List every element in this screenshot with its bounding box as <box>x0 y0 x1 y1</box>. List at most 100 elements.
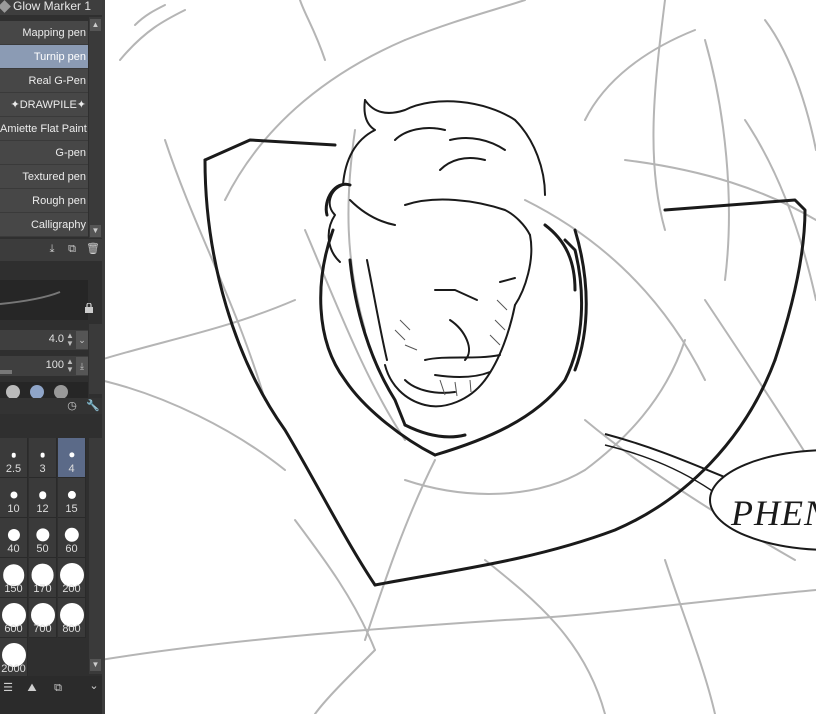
brush-item-label: ✦DRAWPILE✦ <box>10 99 86 111</box>
brush-size-option[interactable]: 170 <box>29 558 57 598</box>
scroll-down-icon[interactable]: ▼ <box>90 659 101 671</box>
menu-icon[interactable]: ☰ <box>2 682 14 694</box>
brush-size-option[interactable]: 700 <box>29 598 57 638</box>
scroll-down-icon[interactable]: ▼ <box>90 225 101 237</box>
brush-size-label: 200 <box>62 583 81 595</box>
brush-item[interactable]: Calligraphy <box>0 213 88 237</box>
brush-item[interactable]: Textured pen <box>0 165 88 189</box>
brush-size-option[interactable]: 800 <box>58 598 86 638</box>
opacity-slider[interactable] <box>0 370 12 374</box>
drawing-canvas[interactable]: PHENU <box>105 0 816 714</box>
stroke-preview-line <box>0 291 61 305</box>
brush-size-dot-icon <box>64 527 79 543</box>
expand-icon[interactable]: ⌄ <box>88 680 100 692</box>
tool-settings-bar: ◷ 🔧 <box>0 398 102 414</box>
brush-size-label: 40 <box>7 543 20 555</box>
scroll-up-icon[interactable]: ▲ <box>90 19 101 31</box>
brush-size-dot-icon <box>11 452 16 458</box>
wrench-icon[interactable]: 🔧 <box>86 400 100 412</box>
brush-tip-icon[interactable] <box>6 385 20 399</box>
brush-item[interactable]: ✦DRAWPILE✦ <box>0 93 88 117</box>
sub-tool-title-bar[interactable]: Glow Marker 1 <box>0 0 102 15</box>
brush-size-label: 10 <box>7 503 20 515</box>
brush-size-option[interactable]: 10 <box>0 478 28 518</box>
duplicate-icon[interactable]: ⧉ <box>66 243 78 255</box>
brush-size-dot-icon <box>9 491 18 499</box>
brush-size-label: 60 <box>65 543 78 555</box>
brush-size-dot-icon <box>35 528 50 542</box>
properties-scrollbar[interactable] <box>89 324 102 394</box>
mountain-icon[interactable]: ⛰ <box>26 682 38 694</box>
shading-hatch <box>394 299 508 397</box>
brush-size-label: 700 <box>33 623 52 635</box>
brush-item[interactable]: G-pen <box>0 141 88 165</box>
brush-size-option[interactable]: 12 <box>29 478 57 518</box>
brush-item-label: Real G-Pen <box>28 75 86 87</box>
chevron-down-icon[interactable]: ⌄ <box>76 331 88 349</box>
layers-icon[interactable]: ⧉ <box>52 682 64 694</box>
brush-item-label: Calligraphy <box>30 219 86 231</box>
brush-size-label: 50 <box>36 543 49 555</box>
brush-size-option[interactable]: 150 <box>0 558 28 598</box>
sub-tool-title: Glow Marker 1 <box>13 0 92 13</box>
brush-size-dot-icon <box>38 491 47 499</box>
brush-item[interactable]: Real G-Pen <box>0 69 88 93</box>
brush-item-label: G-pen <box>55 147 86 159</box>
brush-size-label: 12 <box>36 503 49 515</box>
opacity-spinner-icon[interactable]: ▲ ▼ <box>66 358 74 374</box>
trash-icon[interactable]: 🗑 <box>86 243 100 255</box>
ink-lines <box>203 138 807 587</box>
brush-size-dot-icon <box>68 452 75 458</box>
brush-size-label: 800 <box>62 623 81 635</box>
brush-size-row[interactable]: 4.0 ▲ ▼ ⌄ <box>0 330 88 350</box>
brush-tip-icon[interactable] <box>30 385 44 399</box>
brush-size-option[interactable]: 60 <box>58 518 86 558</box>
brush-size-label: 3 <box>39 463 46 475</box>
brush-item[interactable]: Mapping pen <box>0 21 88 45</box>
lock-icon[interactable] <box>84 303 94 313</box>
brush-size-value: 4.0 <box>48 333 64 345</box>
brush-list-toolbar: ⤓ ⧉ 🗑 <box>0 239 102 261</box>
brush-size-option[interactable]: 2000 <box>0 638 28 678</box>
brush-size-label: 15 <box>65 503 78 515</box>
brush-tip-icon[interactable] <box>54 385 68 399</box>
size-grid-scrollbar[interactable] <box>89 438 102 674</box>
brush-size-label: 4 <box>68 463 75 475</box>
brush-size-label: 150 <box>4 583 23 595</box>
brush-size-spinner-icon[interactable]: ▲ ▼ <box>66 332 74 348</box>
brush-size-option[interactable]: 50 <box>29 518 57 558</box>
brush-size-dot-icon <box>7 528 20 542</box>
brush-item-selected[interactable]: Turnip pen <box>0 45 88 69</box>
diamond-icon <box>0 0 11 13</box>
brush-item-label: Amiette Flat Paint <box>0 123 87 135</box>
arrow-down-icon[interactable]: ⤓ <box>76 357 88 375</box>
dial-icon[interactable]: ◷ <box>66 400 78 412</box>
download-icon[interactable]: ⤓ <box>46 243 58 255</box>
brush-item-label: Textured pen <box>22 171 86 183</box>
brush-size-option[interactable]: 3 <box>29 438 57 478</box>
opacity-row[interactable]: 100 ▲ ▼ ⤓ <box>0 356 88 376</box>
speech-text: PHENU <box>730 493 816 533</box>
brush-item[interactable]: Amiette Flat Paint <box>0 117 88 141</box>
brush-item-label: Turnip pen <box>33 51 86 63</box>
brush-size-option[interactable]: 15 <box>58 478 86 518</box>
speech-bubble: PHENU <box>604 433 816 551</box>
brush-size-label: 2.5 <box>5 463 22 475</box>
brush-size-dot-icon <box>67 490 76 500</box>
sketch-artwork: PHENU <box>105 0 816 714</box>
brush-size-option[interactable]: 4 <box>58 438 86 478</box>
brush-list-scrollbar[interactable] <box>89 17 102 238</box>
brush-item[interactable]: Rough pen <box>0 189 88 213</box>
opacity-value: 100 <box>45 359 64 371</box>
brush-size-option[interactable]: 2.5 <box>0 438 28 478</box>
brush-size-option[interactable]: 40 <box>0 518 28 558</box>
brush-size-label: 600 <box>4 623 23 635</box>
brush-tip-row <box>0 382 88 399</box>
stroke-preview <box>0 280 88 320</box>
brush-size-label: 2000 <box>1 663 26 675</box>
brush-item-label: Mapping pen <box>22 27 86 39</box>
brush-size-option[interactable]: 200 <box>58 558 86 598</box>
panel-bottom-toolbar: ☰ ⛰ ⧉ ⌄ <box>0 676 102 714</box>
brush-panel: Glow Marker 1 Mapping pen Turnip pen Rea… <box>0 0 102 714</box>
brush-size-option[interactable]: 600 <box>0 598 28 638</box>
